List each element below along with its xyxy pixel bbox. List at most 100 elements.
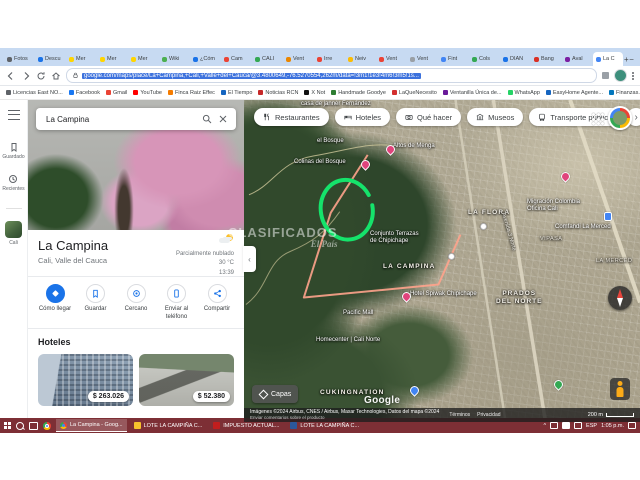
sidebar-item-recents[interactable]: Recientes xyxy=(2,174,24,192)
start-button[interactable] xyxy=(4,422,11,429)
reload-icon[interactable] xyxy=(36,71,46,81)
poi-pin[interactable] xyxy=(448,253,455,260)
tray-expand-icon[interactable]: ^ xyxy=(543,423,546,429)
browser-tab[interactable]: Fint xyxy=(438,52,468,66)
site-info-icon[interactable] xyxy=(72,72,79,79)
bookmark-item[interactable]: Licencias East NO... xyxy=(6,90,63,96)
bookmark-item[interactable]: El Tiempo xyxy=(221,90,252,96)
volume-icon[interactable] xyxy=(562,422,570,429)
network-icon[interactable] xyxy=(550,422,558,429)
extensions-icon[interactable] xyxy=(602,72,609,79)
new-tab-button[interactable]: + xyxy=(624,53,629,66)
browser-tab[interactable]: Neiv xyxy=(345,52,375,66)
browser-menu-icon[interactable] xyxy=(632,72,634,80)
browser-tab[interactable]: ¿Cóm xyxy=(190,52,220,66)
browser-tab[interactable]: Vent xyxy=(376,52,406,66)
taskbar-window[interactable]: LOTE LA CAMPIÑA C... xyxy=(130,419,207,432)
bookmark-item[interactable]: Gmail xyxy=(106,90,127,96)
bookmark-item[interactable]: LaQueNecesito xyxy=(392,90,437,96)
browser-tab[interactable]: Mer xyxy=(97,52,127,66)
tab-label: Cols xyxy=(479,56,490,62)
tab-label: Descu xyxy=(45,56,61,62)
back-icon[interactable] xyxy=(6,71,16,81)
map-chip[interactable]: Qué hacer xyxy=(396,108,461,126)
language-indicator[interactable]: ESP xyxy=(586,423,597,429)
browser-tab[interactable]: La C xyxy=(593,52,623,66)
address-bar[interactable]: google.com/maps/place/La+Campina,+Cali,+… xyxy=(66,68,597,83)
action-guardar[interactable]: Guardar xyxy=(77,284,115,321)
map-chip[interactable]: Museos xyxy=(467,108,523,126)
profile-avatar[interactable] xyxy=(614,69,627,82)
browser-tab[interactable]: Vent xyxy=(283,52,313,66)
poi-pin[interactable] xyxy=(480,223,487,230)
bookmark-item[interactable]: Facebook xyxy=(69,90,100,96)
bookmark-favicon xyxy=(392,90,397,95)
sidebar-item-cali[interactable]: Cali xyxy=(5,221,22,246)
browser-tab[interactable]: Fotos xyxy=(4,52,34,66)
home-icon[interactable] xyxy=(51,71,61,81)
bookmark-item[interactable]: Finanzas.com.co xyxy=(609,90,640,96)
minimize-button[interactable]: – xyxy=(630,56,634,63)
map-chip[interactable]: Restaurantes xyxy=(254,108,329,126)
pegman-icon[interactable] xyxy=(610,378,630,400)
battery-icon[interactable] xyxy=(574,422,582,429)
search-input[interactable] xyxy=(44,114,196,125)
notifications-icon[interactable] xyxy=(628,422,636,429)
search-box[interactable] xyxy=(36,108,236,130)
bookmark-item[interactable]: EasyHome Agente... xyxy=(546,90,603,96)
hotel-card[interactable]: $ 263.026 xyxy=(38,354,133,406)
google-apps-icon[interactable] xyxy=(592,113,604,125)
browser-tab[interactable]: DIAN xyxy=(500,52,530,66)
browser-tab[interactable]: Mer xyxy=(128,52,158,66)
sidebar-item-saved[interactable]: Guardado xyxy=(2,142,24,160)
rail-divider xyxy=(6,208,22,209)
map-canvas[interactable]: casa de janner Fernándezel BosqueColinas… xyxy=(244,100,640,422)
browser-tab[interactable]: Irre xyxy=(314,52,344,66)
place-photo[interactable] xyxy=(28,100,244,230)
action-cercano[interactable]: Cercano xyxy=(117,284,155,321)
panel-collapse-button[interactable]: ‹ xyxy=(243,246,256,272)
bookmark-item[interactable]: Handmade Goodye xyxy=(331,90,386,96)
taskbar-window[interactable]: La Campina - Goog... xyxy=(56,419,127,432)
browser-tab[interactable]: CALI xyxy=(252,52,282,66)
bookmark-item[interactable]: Noticias RCN xyxy=(258,90,298,96)
compass-control[interactable] xyxy=(608,286,632,310)
layers-button[interactable]: Capas xyxy=(252,385,298,403)
feedback-link[interactable]: Enviar comentarios sobre el producto xyxy=(250,415,439,421)
bookmark-label: EasyHome Agente... xyxy=(553,90,603,96)
taskbar-search-icon[interactable] xyxy=(16,422,24,430)
forward-icon[interactable] xyxy=(21,71,31,81)
action-enviar-al-tel-fono[interactable]: Enviar al teléfono xyxy=(158,284,196,321)
browser-tab[interactable]: Vent xyxy=(407,52,437,66)
browser-tab[interactable]: Descu xyxy=(35,52,65,66)
browser-tab[interactable]: Aval xyxy=(562,52,592,66)
bookmark-item[interactable]: WhatsApp xyxy=(508,90,540,96)
action-compartir[interactable]: Compartir xyxy=(198,284,236,321)
close-icon[interactable] xyxy=(218,114,228,124)
menu-icon[interactable] xyxy=(8,110,20,120)
bookmark-item[interactable]: Ventanilla Única de... xyxy=(443,90,502,96)
attribution-link[interactable]: Términos xyxy=(449,412,470,418)
attribution-link[interactable]: Privacidad xyxy=(477,412,500,418)
bookmark-item[interactable]: Finca Raiz Effec xyxy=(168,90,215,96)
browser-tab[interactable]: Mer xyxy=(66,52,96,66)
browser-tab[interactable]: Cols xyxy=(469,52,499,66)
bookmark-label: Facebook xyxy=(76,90,100,96)
clock[interactable]: 1:05 p.m. xyxy=(601,423,624,429)
clock-icon xyxy=(8,174,18,184)
shield-pin[interactable] xyxy=(604,212,612,221)
category-chips: RestaurantesHotelesQué hacerMuseosTransp… xyxy=(254,108,640,126)
map-chip[interactable]: Hoteles xyxy=(335,108,390,126)
task-view-icon[interactable] xyxy=(29,422,38,430)
hotel-card[interactable]: $ 52.380 xyxy=(139,354,234,406)
account-avatar[interactable] xyxy=(608,106,632,130)
browser-tab[interactable]: Wiki xyxy=(159,52,189,66)
bookmark-item[interactable]: YouTube xyxy=(133,90,162,96)
weather-time: 13:39 xyxy=(219,270,234,276)
browser-tab[interactable]: Bang xyxy=(531,52,561,66)
bookmark-item[interactable]: X Not xyxy=(304,90,325,96)
action-c-mo-llegar[interactable]: Cómo llegar xyxy=(36,284,74,321)
chrome-icon[interactable] xyxy=(43,422,51,430)
browser-tab[interactable]: Cam xyxy=(221,52,251,66)
search-icon[interactable] xyxy=(202,114,212,124)
